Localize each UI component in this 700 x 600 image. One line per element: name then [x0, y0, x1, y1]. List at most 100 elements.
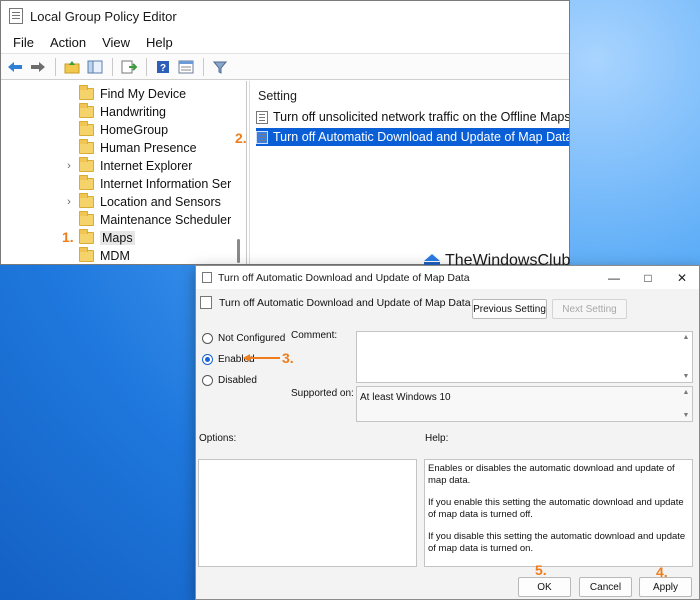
tree-pane: Find My Device Handwriting HomeGroup Human … [1, 81, 247, 264]
supported-on-scrollbar[interactable]: ▲ ▼ [680, 387, 692, 421]
radio-enabled[interactable] [202, 354, 213, 365]
comment-scrollbar[interactable]: ▲ ▼ [680, 332, 692, 382]
option-label: Disabled [218, 375, 257, 386]
tree-item[interactable]: HomeGroup [1, 121, 231, 139]
ok-button[interactable]: OK [518, 577, 571, 597]
toolbar-separator [112, 57, 113, 76]
menu-action[interactable]: Action [42, 35, 94, 50]
scroll-up-icon[interactable]: ▲ [683, 389, 690, 396]
menu-view[interactable]: View [94, 35, 138, 50]
policy-setting-icon [256, 110, 268, 124]
option-disabled[interactable]: Disabled [202, 375, 257, 386]
filter-icon[interactable] [209, 56, 230, 77]
tree-item[interactable]: Internet Information Ser [1, 175, 231, 193]
chevron-right-icon[interactable]: › [63, 196, 75, 208]
close-icon[interactable]: ✕ [665, 266, 699, 289]
tree-item[interactable]: Find My Device [1, 85, 231, 103]
comment-textarea[interactable]: ▲ ▼ [356, 331, 693, 383]
tree-item-label: Internet Explorer [100, 159, 193, 173]
setting-row[interactable]: Turn off Automatic Download and Update o… [256, 128, 570, 146]
folder-icon [79, 85, 94, 100]
supported-on-value: At least Windows 10 [360, 392, 451, 403]
svg-text:?: ? [159, 63, 165, 74]
show-hide-tree-icon[interactable] [84, 56, 105, 77]
export-list-icon[interactable] [118, 56, 139, 77]
help-panel: Enables or disables the automatic downlo… [424, 459, 693, 567]
folder-icon [79, 139, 94, 154]
scroll-up-icon[interactable]: ▲ [683, 334, 690, 341]
folder-icon [78, 211, 94, 226]
tree-item-label: Handwriting [100, 105, 167, 119]
tree-item[interactable]: MDM [1, 247, 231, 264]
help-paragraph: Enables or disables the automatic downlo… [428, 463, 675, 486]
menu-help[interactable]: Help [138, 35, 181, 50]
forward-arrow-icon[interactable] [27, 56, 48, 77]
option-not-configured[interactable]: Not Configured [202, 333, 285, 344]
policy-setting-icon [200, 296, 212, 309]
help-label: Help: [425, 433, 449, 444]
option-label: Not Configured [218, 333, 286, 344]
minimize-icon[interactable]: — [597, 266, 631, 289]
policy-setting-dialog: Turn off Automatic Download and Update o… [195, 265, 700, 600]
group-policy-editor-window: Local Group Policy Editor File Action Vi… [0, 0, 570, 265]
setting-label: Turn off Automatic Download and Update o… [273, 130, 570, 144]
folder-icon [79, 121, 94, 136]
folder-icon [79, 103, 94, 118]
setting-label: Turn off unsolicited network traffic on … [273, 110, 570, 124]
options-label: Options: [199, 433, 237, 444]
tree-item-label: HomeGroup [100, 123, 169, 137]
up-folder-icon[interactable] [61, 56, 82, 77]
apply-button[interactable]: Apply [639, 577, 692, 597]
tree-item-label: Human Presence [100, 141, 197, 155]
toolbar-separator [55, 57, 56, 76]
setting-row[interactable]: Turn off unsolicited network traffic on … [256, 108, 570, 126]
next-setting-button[interactable]: Next Setting [552, 299, 627, 319]
tree-item-label: MDM [100, 249, 130, 263]
supported-on-box: At least Windows 10 ▲ ▼ [356, 386, 693, 422]
step-3-annotation: 3. [282, 350, 294, 366]
cancel-button[interactable]: Cancel [579, 577, 632, 597]
previous-setting-button[interactable]: Previous Setting [472, 299, 547, 319]
annotation-arrow-line [248, 357, 280, 359]
back-arrow-icon[interactable] [4, 56, 25, 77]
supported-on-label: Supported on: [291, 388, 354, 399]
help-icon[interactable]: ? [152, 56, 173, 77]
folder-icon [79, 157, 94, 172]
folder-icon [79, 229, 94, 244]
options-panel [198, 459, 417, 567]
tree-item[interactable]: Maintenance Scheduler [1, 211, 231, 229]
folder-icon [79, 193, 94, 208]
tree-item-label: Internet Information Ser [99, 177, 231, 191]
scroll-down-icon[interactable]: ▼ [683, 412, 690, 419]
window-controls: — □ ✕ [597, 266, 699, 289]
step-1-annotation: 1. [62, 229, 74, 245]
tree-item-label: Maintenance Scheduler [99, 213, 231, 227]
policy-setting-icon [202, 272, 212, 283]
tree-scrollbar-thumb[interactable] [237, 239, 240, 263]
folder-icon [78, 175, 94, 190]
maximize-icon[interactable]: □ [631, 266, 665, 289]
help-paragraph: If you disable this setting the automati… [428, 531, 686, 554]
scroll-down-icon[interactable]: ▼ [683, 373, 690, 380]
policy-setting-icon [256, 130, 268, 144]
help-text: Enables or disables the automatic downlo… [428, 463, 686, 565]
policy-editor-app-icon [9, 8, 23, 24]
tree-item[interactable]: Maps [1, 229, 231, 247]
dialog-header: Turn off Automatic Download and Update o… [200, 296, 471, 309]
tree-scrollbar[interactable] [231, 81, 246, 264]
properties-icon[interactable] [175, 56, 196, 77]
radio-not-configured[interactable] [202, 333, 213, 344]
tree-item[interactable]: Human Presence [1, 139, 231, 157]
folder-icon [79, 247, 94, 262]
radio-disabled[interactable] [202, 375, 213, 386]
editor-toolbar: ? [1, 53, 569, 80]
step-2-annotation: 2. [235, 130, 247, 146]
chevron-right-icon[interactable]: › [63, 160, 75, 172]
tree-item[interactable]: › Internet Explorer [1, 157, 231, 175]
tree-item-label: Find My Device [100, 87, 187, 101]
setting-column-header[interactable]: Setting [258, 89, 297, 103]
dialog-title: Turn off Automatic Download and Update o… [218, 271, 470, 284]
menu-file[interactable]: File [5, 35, 42, 50]
tree-item[interactable]: › Location and Sensors [1, 193, 231, 211]
tree-item[interactable]: Handwriting [1, 103, 231, 121]
